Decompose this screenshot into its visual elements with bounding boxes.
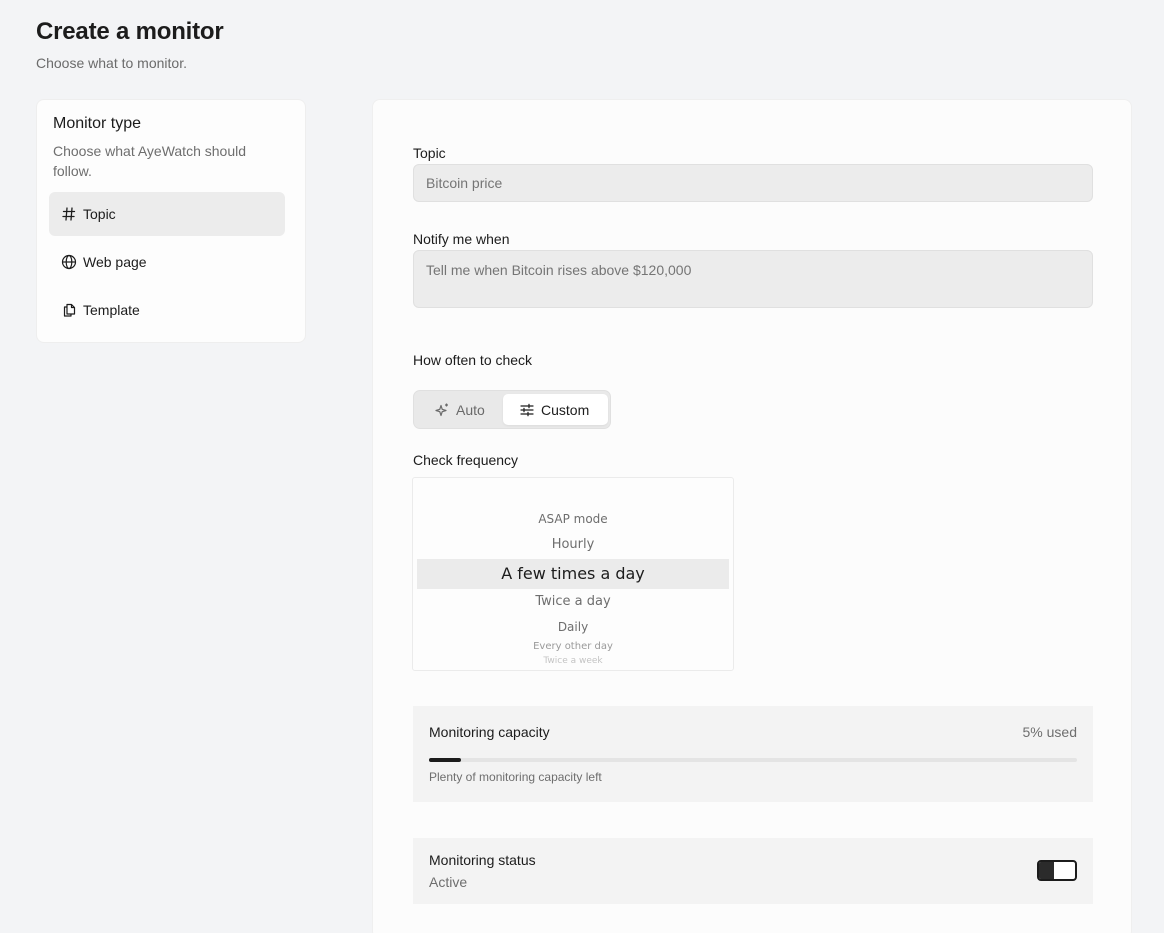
monitor-form: Topic Notify me when How often to check … bbox=[372, 99, 1132, 933]
frequency-option[interactable]: Twice a day bbox=[413, 594, 733, 609]
type-item-label: Web page bbox=[83, 254, 147, 270]
monitoring-capacity-panel: Monitoring capacity 5% used Plenty of mo… bbox=[413, 706, 1093, 802]
frequency-option[interactable]: Hourly bbox=[413, 537, 733, 552]
frequency-option[interactable]: ASAP mode bbox=[413, 512, 733, 526]
frequency-option[interactable]: Daily bbox=[413, 620, 733, 634]
monitoring-status-panel: Monitoring status Active bbox=[413, 838, 1093, 904]
hash-icon bbox=[61, 206, 77, 222]
capacity-title: Monitoring capacity bbox=[429, 724, 550, 740]
type-item-template[interactable]: Template bbox=[49, 288, 285, 332]
check-frequency-label: Check frequency bbox=[413, 452, 519, 468]
frequency-option-selected[interactable]: A few times a day bbox=[413, 564, 733, 583]
capacity-note: Plenty of monitoring capacity left bbox=[429, 770, 602, 784]
notify-condition-input[interactable] bbox=[413, 250, 1093, 308]
frequency-mode-label: How often to check bbox=[413, 352, 533, 368]
topic-input[interactable] bbox=[413, 164, 1093, 202]
monitor-type-description: Choose what AyeWatch should follow. bbox=[53, 143, 247, 179]
monitor-type-title: Monitor type bbox=[53, 115, 142, 132]
frequency-wheel-picker[interactable]: ASAP mode Hourly A few times a day Twice… bbox=[412, 477, 734, 671]
page-title: Create a monitor bbox=[36, 18, 224, 45]
notify-label: Notify me when bbox=[413, 231, 510, 247]
globe-icon bbox=[61, 254, 77, 270]
frequency-option[interactable]: Every other day bbox=[413, 641, 733, 652]
type-item-label: Template bbox=[83, 302, 140, 318]
sliders-icon bbox=[520, 403, 534, 416]
sparkle-icon bbox=[435, 403, 448, 416]
monitor-type-panel: Monitor type Choose what AyeWatch should… bbox=[36, 99, 306, 343]
frequency-mode-toggle: Auto Custom bbox=[413, 390, 611, 429]
toggle-knob bbox=[1039, 862, 1054, 879]
capacity-used-text: 5% used bbox=[1022, 724, 1077, 740]
mode-auto-button[interactable]: Auto bbox=[418, 394, 502, 425]
mode-auto-label: Auto bbox=[456, 401, 485, 418]
mode-custom-label: Custom bbox=[541, 401, 590, 418]
page-subtitle: Choose what to monitor. bbox=[36, 55, 187, 71]
status-toggle[interactable] bbox=[1037, 860, 1077, 881]
mode-custom-button[interactable]: Custom bbox=[503, 394, 608, 425]
topic-label: Topic bbox=[413, 145, 446, 161]
type-item-label: Topic bbox=[83, 206, 116, 222]
status-title: Monitoring status bbox=[429, 852, 536, 868]
type-item-topic[interactable]: Topic bbox=[49, 192, 285, 236]
capacity-progress-fill bbox=[429, 758, 462, 762]
frequency-option[interactable]: Twice a week bbox=[413, 656, 733, 666]
capacity-progress-bar bbox=[429, 758, 1077, 762]
status-value: Active bbox=[429, 874, 468, 890]
type-item-web-page[interactable]: Web page bbox=[49, 240, 285, 284]
copy-icon bbox=[61, 302, 77, 318]
